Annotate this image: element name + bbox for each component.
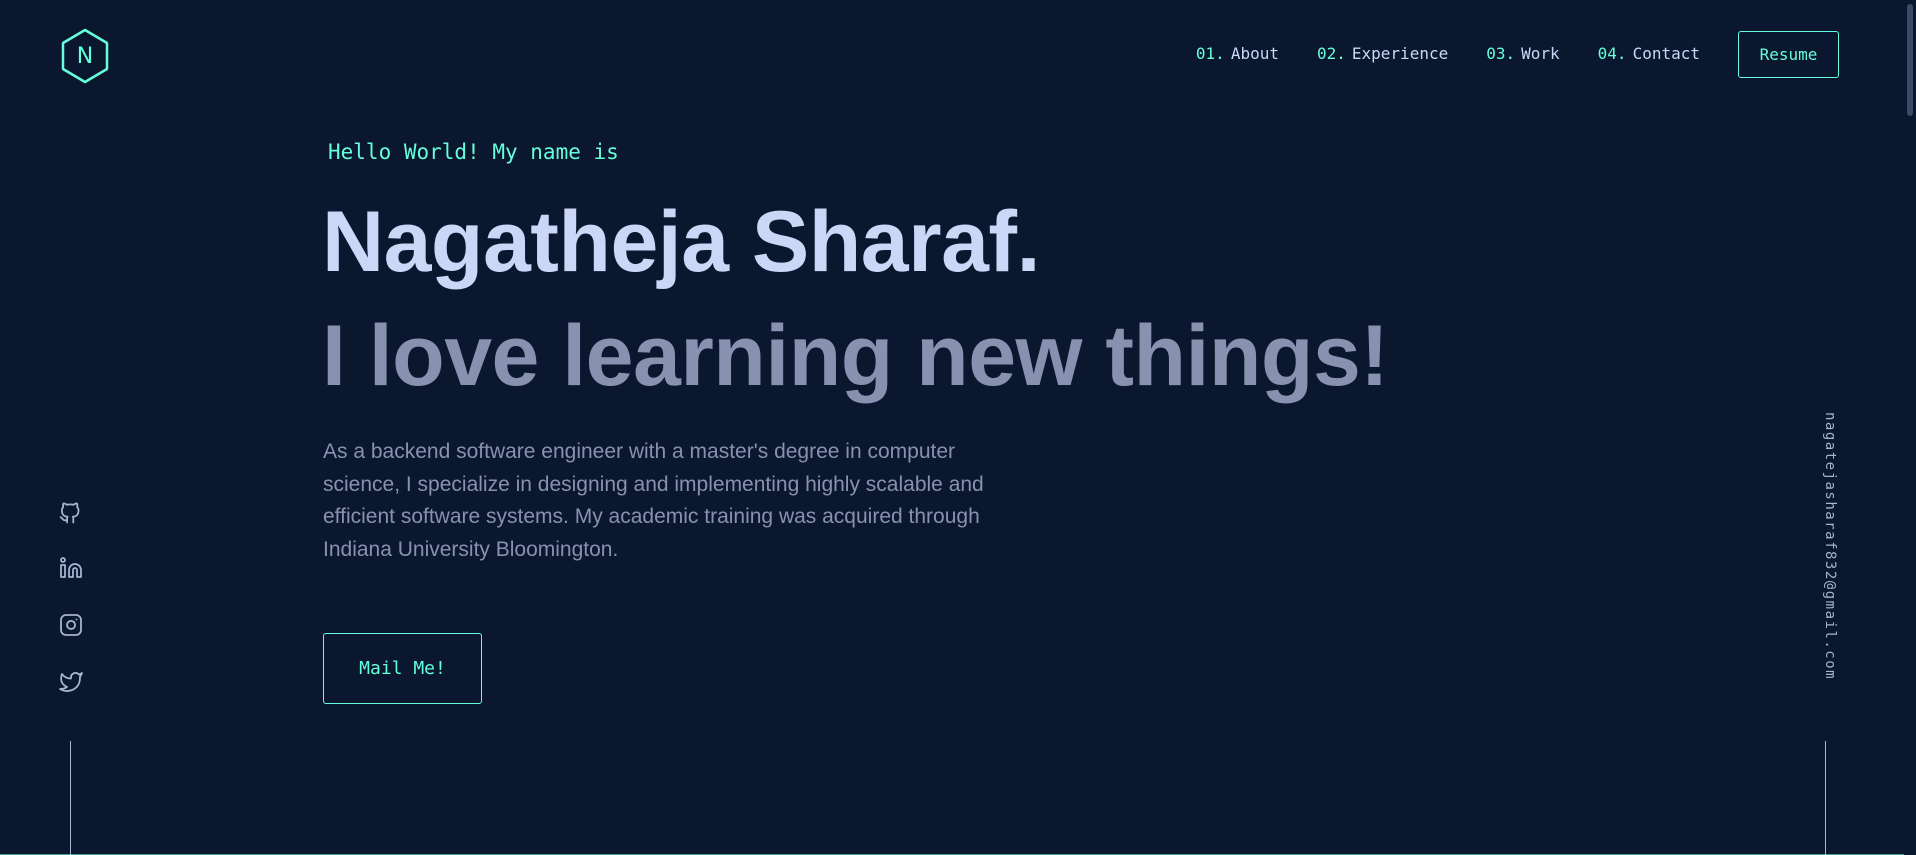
nav-item-contact[interactable]: 04. Contact	[1598, 44, 1700, 63]
twitter-icon	[59, 672, 83, 692]
nav-number: 04.	[1597, 44, 1627, 63]
right-vertical-line	[1825, 741, 1826, 855]
main-nav: 01. About 02. Experience 03. Work 04. Contac…	[1196, 44, 1700, 63]
nav-label: About	[1230, 44, 1279, 63]
page-scrollbar[interactable]	[1904, 0, 1916, 855]
nav-number: 01.	[1195, 44, 1225, 63]
linkedin-link[interactable]	[56, 553, 86, 583]
portfolio-page: N 01. About 02. Experience 03. Work 04. Cont…	[0, 0, 1916, 855]
logo-home-link[interactable]: N	[60, 28, 110, 84]
nav-number: 02.	[1316, 44, 1346, 63]
social-links	[56, 496, 86, 724]
nav-item-about[interactable]: 01. About	[1196, 44, 1279, 63]
nav-number: 03.	[1486, 44, 1516, 63]
nav-label: Work	[1521, 44, 1560, 63]
twitter-link[interactable]	[56, 667, 86, 697]
github-link[interactable]	[56, 496, 86, 526]
hero-bio: As a backend software engineer with a ma…	[323, 440, 984, 561]
mail-me-button[interactable]: Mail Me!	[323, 633, 482, 704]
instagram-link[interactable]	[56, 610, 86, 640]
nav-item-work[interactable]: 03. Work	[1486, 44, 1559, 63]
nav-label: Experience	[1351, 44, 1449, 63]
github-icon	[59, 502, 80, 524]
logo-letter: N	[76, 43, 94, 69]
email-link[interactable]: nagatejasharaf832@gmail.com	[1808, 412, 1838, 702]
instagram-icon	[60, 614, 82, 636]
hero-tagline: I love learning new things!	[322, 308, 1389, 404]
nav-item-experience[interactable]: 02. Experience	[1317, 44, 1448, 63]
hero-greeting: Hello World! My name is	[328, 140, 619, 164]
nav-label: Contact	[1632, 44, 1700, 63]
left-vertical-line	[70, 741, 71, 855]
hero-name: Nagatheja Sharaf.	[322, 194, 1040, 290]
linkedin-icon	[60, 557, 82, 578]
scrollbar-thumb[interactable]	[1907, 4, 1913, 116]
resume-button[interactable]: Resume	[1738, 31, 1839, 78]
